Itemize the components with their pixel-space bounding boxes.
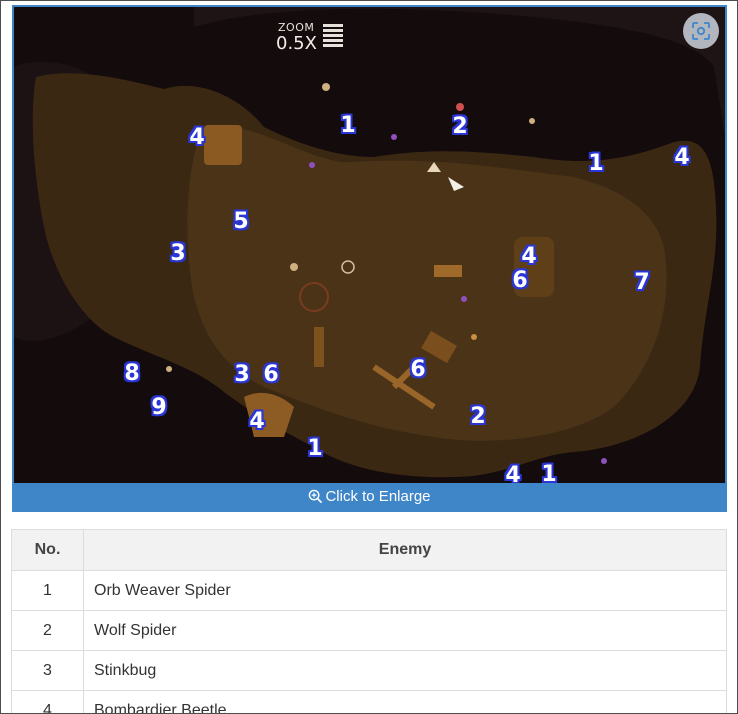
enlarge-label: Click to Enlarge: [325, 488, 431, 505]
table-row: 3 Stinkbug: [11, 650, 727, 691]
map-marker: 4: [189, 125, 205, 150]
map-marker: 1: [340, 113, 356, 138]
row-number: 2: [11, 610, 84, 651]
enemy-table: No. Enemy 1 Orb Weaver Spider 2 Wolf Spi…: [11, 529, 727, 713]
zoom-value: 0.5X: [276, 33, 317, 54]
game-map: [14, 7, 725, 485]
map-marker: 5: [233, 209, 249, 234]
table-row: 2 Wolf Spider: [11, 610, 727, 651]
row-number: 3: [11, 650, 84, 691]
map-marker: 7: [634, 270, 650, 295]
table-header-row: No. Enemy: [11, 529, 727, 571]
enlarge-button[interactable]: Click to Enlarge: [14, 483, 725, 510]
enemy-name: Stinkbug: [83, 650, 727, 691]
row-number: 1: [11, 570, 84, 611]
map-marker: 2: [452, 114, 468, 139]
row-number: 4: [11, 690, 84, 713]
map-marker: 3: [234, 362, 250, 387]
map-marker: 9: [151, 395, 167, 420]
table-row: 4 Bombardier Beetle: [11, 690, 727, 713]
map-marker: 3: [170, 241, 186, 266]
map-marker: 8: [124, 361, 140, 386]
map-marker: 6: [410, 357, 426, 382]
map-marker: 4: [249, 409, 265, 434]
zoom-bars-icon: [323, 24, 343, 49]
column-header-no: No.: [11, 529, 84, 571]
scan-button[interactable]: [683, 13, 719, 49]
column-header-enemy: Enemy: [83, 529, 727, 571]
table-row: 1 Orb Weaver Spider: [11, 570, 727, 611]
map-marker: 1: [307, 436, 323, 461]
scan-icon: [692, 22, 710, 40]
map-marker: 4: [521, 244, 537, 269]
page-frame: ZOOM 0.5X 4 1 2 1 4 5 3 4 6 7 8 3 6 6 9 …: [0, 0, 738, 714]
map-panel[interactable]: ZOOM 0.5X 4 1 2 1 4 5 3 4 6 7 8 3 6 6 9 …: [12, 5, 727, 512]
map-marker: 6: [512, 268, 528, 293]
map-marker: 4: [674, 145, 690, 170]
map-marker: 6: [263, 362, 279, 387]
enemy-name: Bombardier Beetle: [83, 690, 727, 713]
map-marker: 1: [588, 151, 604, 176]
zoom-in-icon: [309, 489, 323, 504]
enemy-name: Wolf Spider: [83, 610, 727, 651]
map-marker: 2: [470, 404, 486, 429]
enemy-name: Orb Weaver Spider: [83, 570, 727, 611]
